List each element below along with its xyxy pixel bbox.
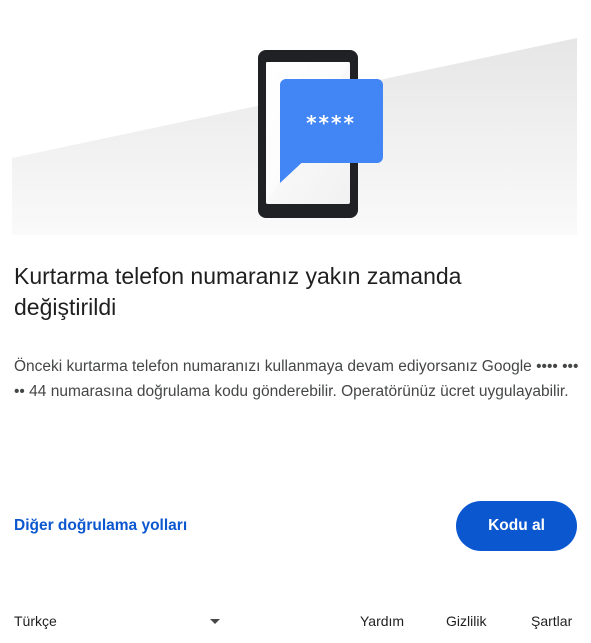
help-link[interactable]: Yardım xyxy=(360,611,404,631)
language-label: Türkçe xyxy=(14,613,57,629)
footer: Türkçe Yardım Gizlilik Şartlar xyxy=(0,605,591,635)
terms-link[interactable]: Şartlar xyxy=(531,611,572,631)
masked-code-text: **** xyxy=(306,111,356,135)
page-title: Kurtarma telefon numaranız yakın zamanda… xyxy=(14,263,462,320)
phone-code-illustration: **** xyxy=(12,35,577,235)
dropdown-caret-icon xyxy=(210,619,220,624)
description-text: Önceki kurtarma telefon numaranızı kulla… xyxy=(14,358,579,400)
other-verification-methods-link[interactable]: Diğer doğrulama yolları xyxy=(14,514,187,538)
get-code-button[interactable]: Kodu al xyxy=(456,501,577,551)
language-selector[interactable]: Türkçe xyxy=(14,611,224,631)
privacy-link[interactable]: Gizlilik xyxy=(446,611,486,631)
